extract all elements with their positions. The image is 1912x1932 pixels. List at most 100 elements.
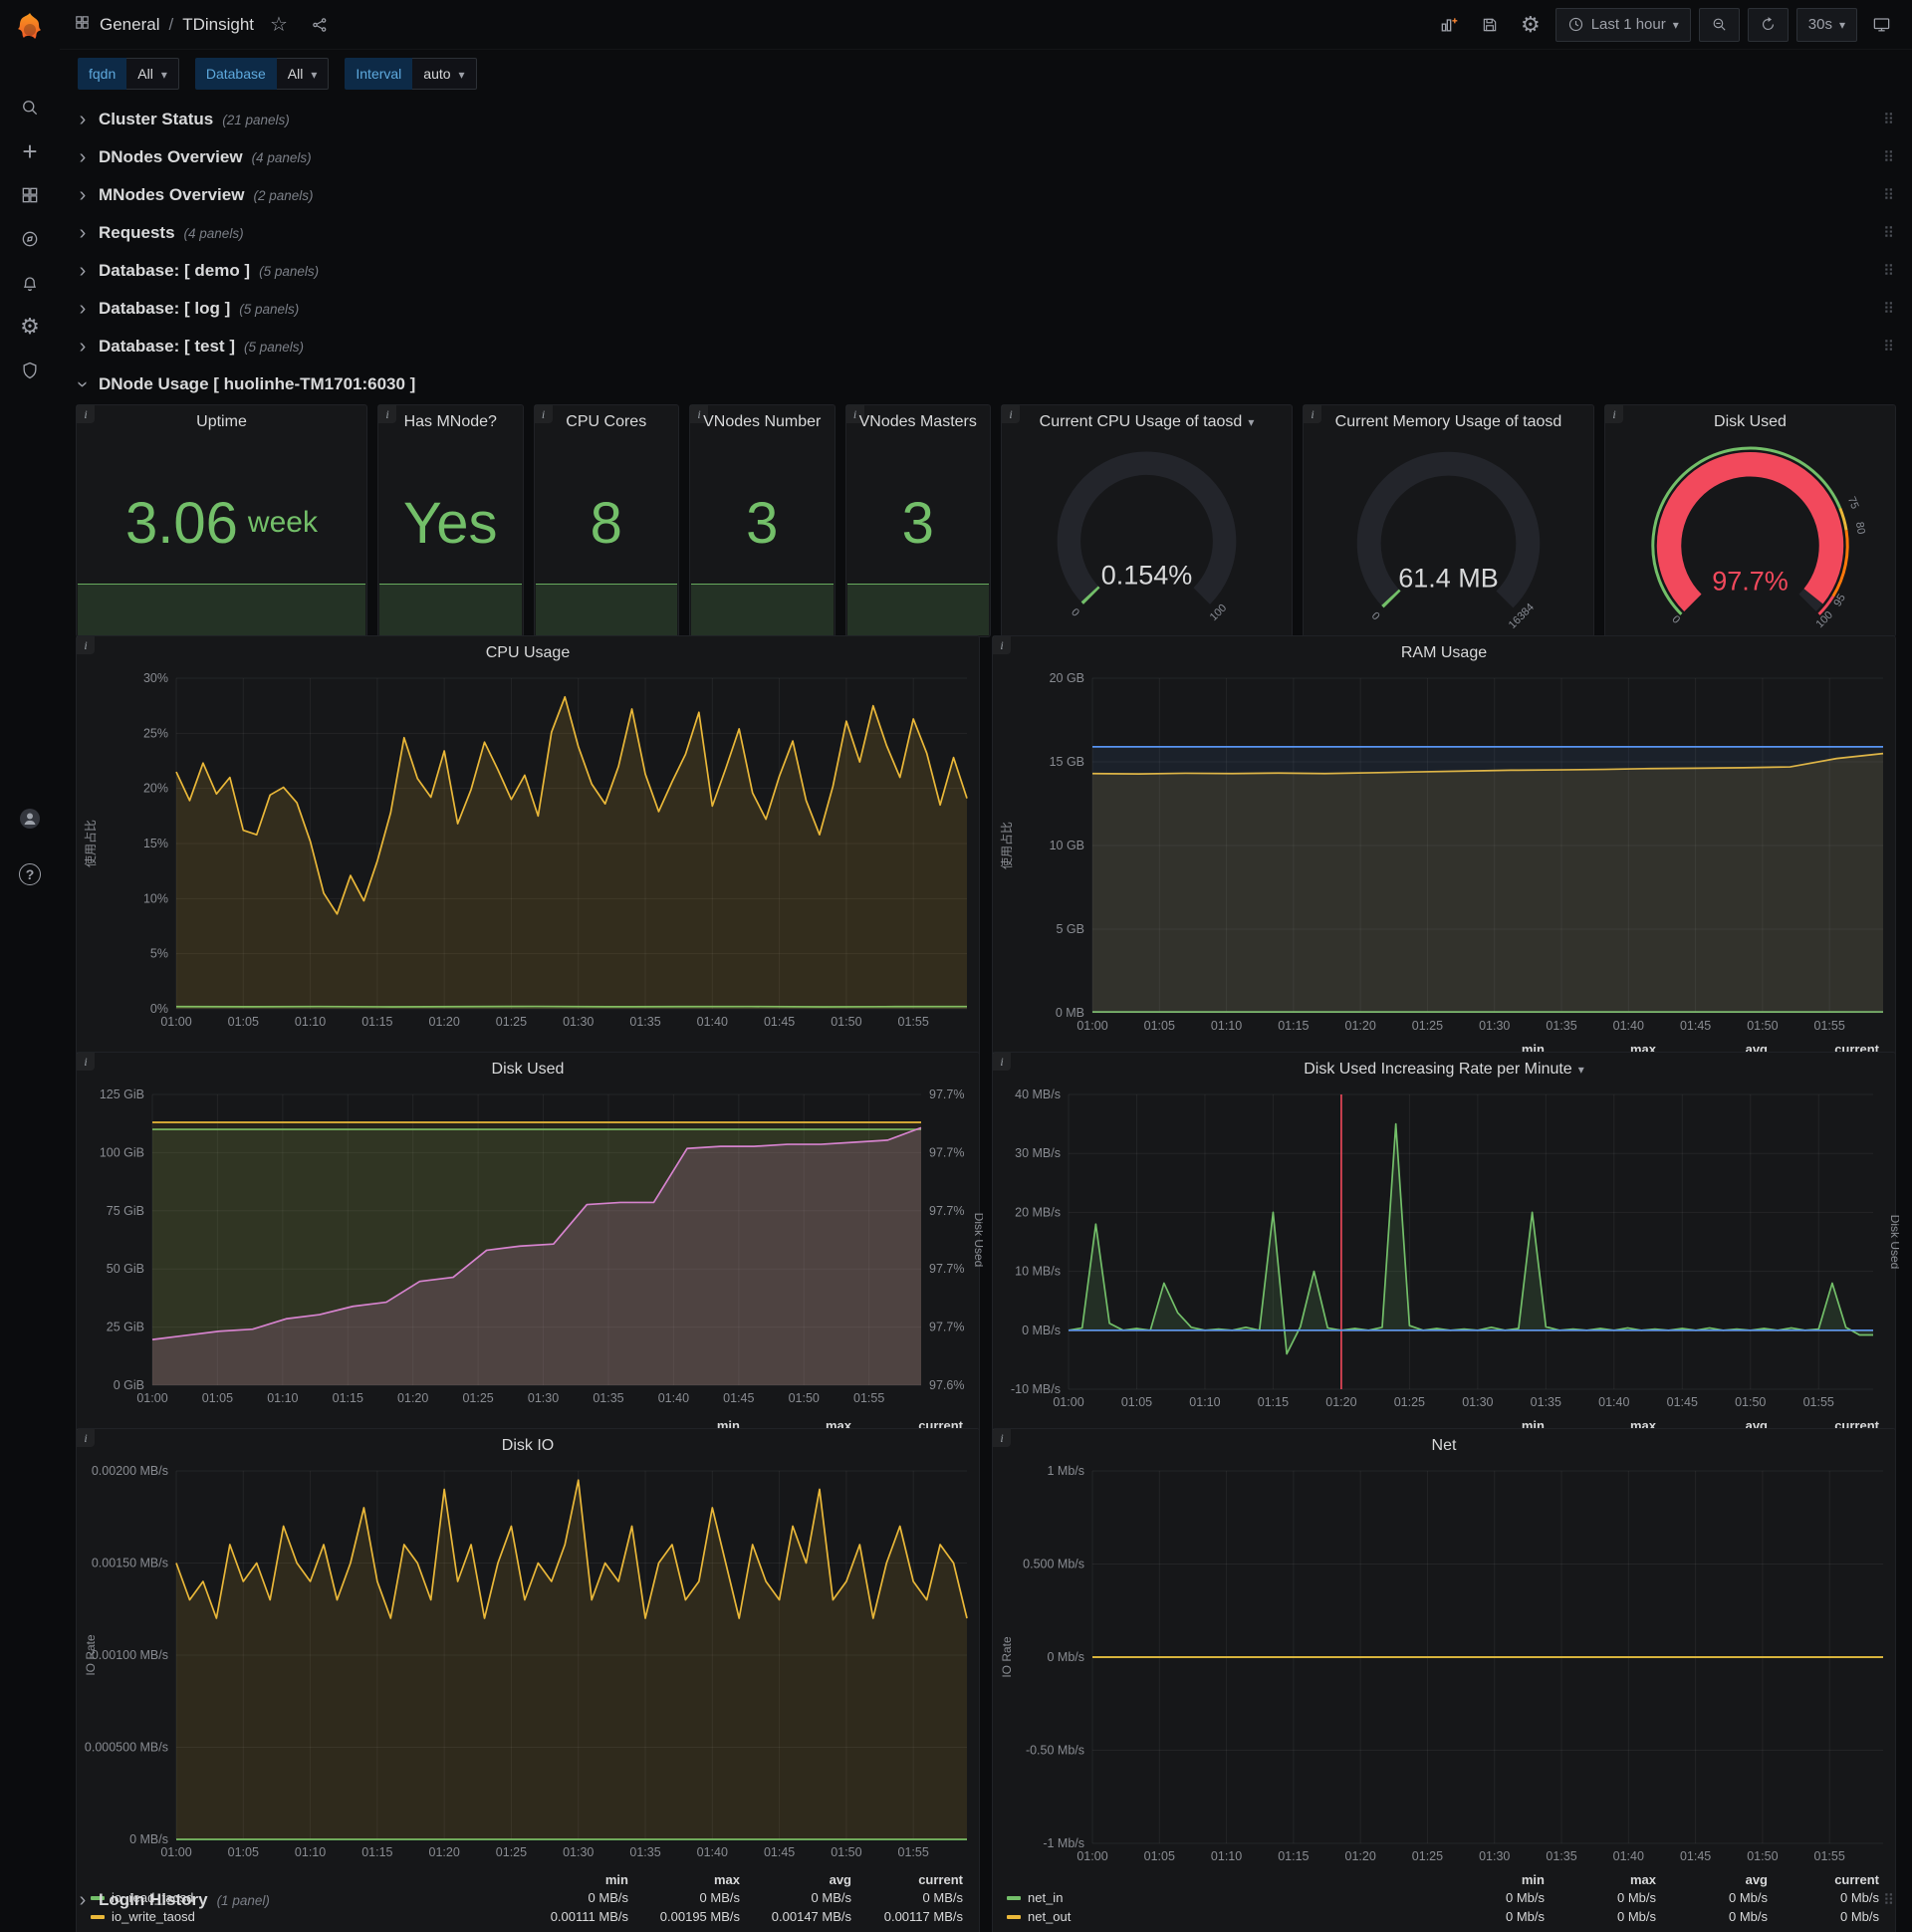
svg-text:01:55: 01:55 (853, 1391, 884, 1405)
breadcrumb-title[interactable]: TDinsight (182, 15, 254, 35)
panel-title[interactable]: CPU Cores (535, 405, 679, 439)
disk-rate-chart[interactable]: 01:00 01:05 01:10 01:15 01:20 01:25 01:30 01:35… (993, 1087, 1902, 1417)
explore-icon[interactable] (10, 217, 50, 261)
panel-title[interactable]: Disk Used (1605, 405, 1895, 439)
svg-text:01:45: 01:45 (1680, 1849, 1711, 1863)
variable-database-value[interactable]: All (276, 58, 330, 90)
panel-title[interactable]: Net (993, 1429, 1895, 1463)
svg-text:20 GB: 20 GB (1050, 671, 1084, 685)
svg-text:97.7%: 97.7% (929, 1087, 964, 1101)
panel-title[interactable]: VNodes Number (690, 405, 835, 439)
drag-handle-icon[interactable] (1883, 224, 1894, 242)
sparkline (691, 584, 834, 635)
alerting-icon[interactable] (10, 261, 50, 305)
info-icon[interactable] (993, 636, 1011, 654)
panel-title[interactable]: Uptime (77, 405, 366, 439)
refresh-interval-button[interactable]: 30s (1795, 7, 1857, 42)
drag-handle-icon[interactable] (1883, 186, 1894, 204)
info-icon[interactable] (845, 405, 864, 423)
variable-interval-value[interactable]: auto (412, 58, 477, 90)
memory-usage-gauge[interactable]: 0 16384 61.4 MB (1304, 439, 1593, 636)
breadcrumb-section[interactable]: General (100, 15, 159, 35)
info-icon[interactable] (1002, 405, 1020, 423)
dashboard-settings-button[interactable] (1514, 8, 1548, 42)
svg-text:25%: 25% (143, 726, 168, 740)
panel-title[interactable]: Disk IO (77, 1429, 979, 1463)
disk-used-chart[interactable]: 01:00 01:05 01:10 01:15 01:20 01:25 01:30 01:35… (77, 1087, 986, 1417)
svg-text:01:15: 01:15 (361, 1845, 392, 1859)
panel-title[interactable]: CPU Usage (77, 636, 979, 670)
info-icon[interactable] (1304, 405, 1321, 423)
add-panel-icon (1441, 17, 1458, 31)
svg-text:IO Rate: IO Rate (84, 1634, 98, 1676)
add-panel-button[interactable] (1432, 8, 1466, 42)
row-header-login-history[interactable]: Login History (1 panel) (76, 1882, 1896, 1918)
drag-handle-icon[interactable] (1883, 1891, 1894, 1909)
panel-title[interactable]: Disk Used (77, 1053, 979, 1087)
time-range-button[interactable]: Last 1 hour (1554, 7, 1691, 42)
svg-text:01:30: 01:30 (1462, 1395, 1493, 1409)
add-icon[interactable] (10, 129, 50, 173)
row-title: Login History (99, 1890, 208, 1909)
info-icon[interactable] (1605, 405, 1623, 423)
svg-text:01:20: 01:20 (429, 1015, 460, 1029)
row-header-database-test[interactable]: Database: [ test ] (5 panels) (76, 329, 1896, 364)
info-icon[interactable] (378, 405, 396, 423)
svg-text:01:10: 01:10 (1211, 1849, 1242, 1863)
variable-fqdn-value[interactable]: All (126, 58, 179, 90)
cpu-usage-chart[interactable]: 01:00 01:05 01:10 01:15 01:20 01:25 01:30 01:35… (77, 670, 979, 1060)
row-header-dnodes-overview[interactable]: DNodes Overview (4 panels) (76, 139, 1896, 175)
drag-handle-icon[interactable] (1883, 300, 1894, 318)
row-header-database-demo[interactable]: Database: [ demo ] (5 panels) (76, 253, 1896, 289)
cycle-view-button[interactable] (1865, 8, 1898, 42)
info-icon[interactable] (77, 405, 95, 423)
settings-icon[interactable] (10, 305, 50, 349)
svg-text:0 GiB: 0 GiB (114, 1378, 144, 1392)
row-header-database-log[interactable]: Database: [ log ] (5 panels) (76, 291, 1896, 327)
drag-handle-icon[interactable] (1883, 338, 1894, 356)
panel-title[interactable]: Disk Used Increasing Rate per Minute (993, 1053, 1895, 1087)
info-icon[interactable] (993, 1429, 1011, 1447)
search-icon[interactable] (10, 86, 50, 129)
row-header-mnodes-overview[interactable]: MNodes Overview (2 panels) (76, 177, 1896, 213)
svg-text:01:35: 01:35 (1531, 1395, 1561, 1409)
star-button[interactable] (263, 8, 295, 42)
row-header-dnode-usage[interactable]: DNode Usage [ huolinhe-TM1701:6030 ] (76, 366, 1896, 402)
panel-title[interactable]: RAM Usage (993, 636, 1895, 670)
svg-text:01:35: 01:35 (593, 1391, 623, 1405)
panel-title[interactable]: VNodes Masters (846, 405, 991, 439)
info-icon[interactable] (690, 405, 708, 423)
help-icon[interactable] (10, 852, 50, 896)
save-button[interactable] (1474, 8, 1506, 42)
info-icon[interactable] (993, 1053, 1011, 1071)
refresh-button[interactable] (1747, 7, 1789, 42)
ram-usage-chart[interactable]: 01:00 01:05 01:10 01:15 01:20 01:25 01:30 01:35… (993, 670, 1895, 1041)
net-chart[interactable]: 01:00 01:05 01:10 01:15 01:20 01:25 01:30 01:35… (993, 1463, 1895, 1871)
info-icon[interactable] (77, 636, 95, 654)
avatar[interactable] (10, 797, 50, 841)
svg-text:01:00: 01:00 (1053, 1395, 1083, 1409)
drag-handle-icon[interactable] (1883, 262, 1894, 280)
grafana-logo[interactable] (12, 10, 48, 46)
disk-io-chart[interactable]: 01:00 01:05 01:10 01:15 01:20 01:25 01:30 01:35… (77, 1463, 979, 1871)
row-header-requests[interactable]: Requests (4 panels) (76, 215, 1896, 251)
zoom-out-button[interactable] (1698, 7, 1740, 42)
row-header-cluster-status[interactable]: Cluster Status (21 panels) (76, 102, 1896, 137)
panel-title[interactable]: Current CPU Usage of taosd (1002, 405, 1292, 439)
chevron-right-icon (76, 337, 90, 357)
dashboards-icon[interactable] (10, 173, 50, 217)
panel-title[interactable]: Current Memory Usage of taosd (1304, 405, 1593, 439)
drag-handle-icon[interactable] (1883, 148, 1894, 166)
cpu-usage-gauge[interactable]: 0 100 0.154% (1002, 439, 1292, 636)
share-button[interactable] (304, 8, 336, 42)
info-icon[interactable] (77, 1429, 95, 1447)
info-icon[interactable] (77, 1053, 95, 1071)
row-panel-count: (1 panel) (216, 1892, 270, 1908)
info-icon[interactable] (534, 405, 553, 423)
svg-text:0.500 Mb/s: 0.500 Mb/s (1023, 1558, 1084, 1571)
disk-used-gauge[interactable]: 0 100 75 80 95 97.7% (1605, 439, 1895, 636)
drag-handle-icon[interactable] (1883, 111, 1894, 128)
panel-title[interactable]: Has MNode? (378, 405, 523, 439)
admin-shield-icon[interactable] (10, 349, 50, 392)
svg-text:01:25: 01:25 (462, 1391, 493, 1405)
